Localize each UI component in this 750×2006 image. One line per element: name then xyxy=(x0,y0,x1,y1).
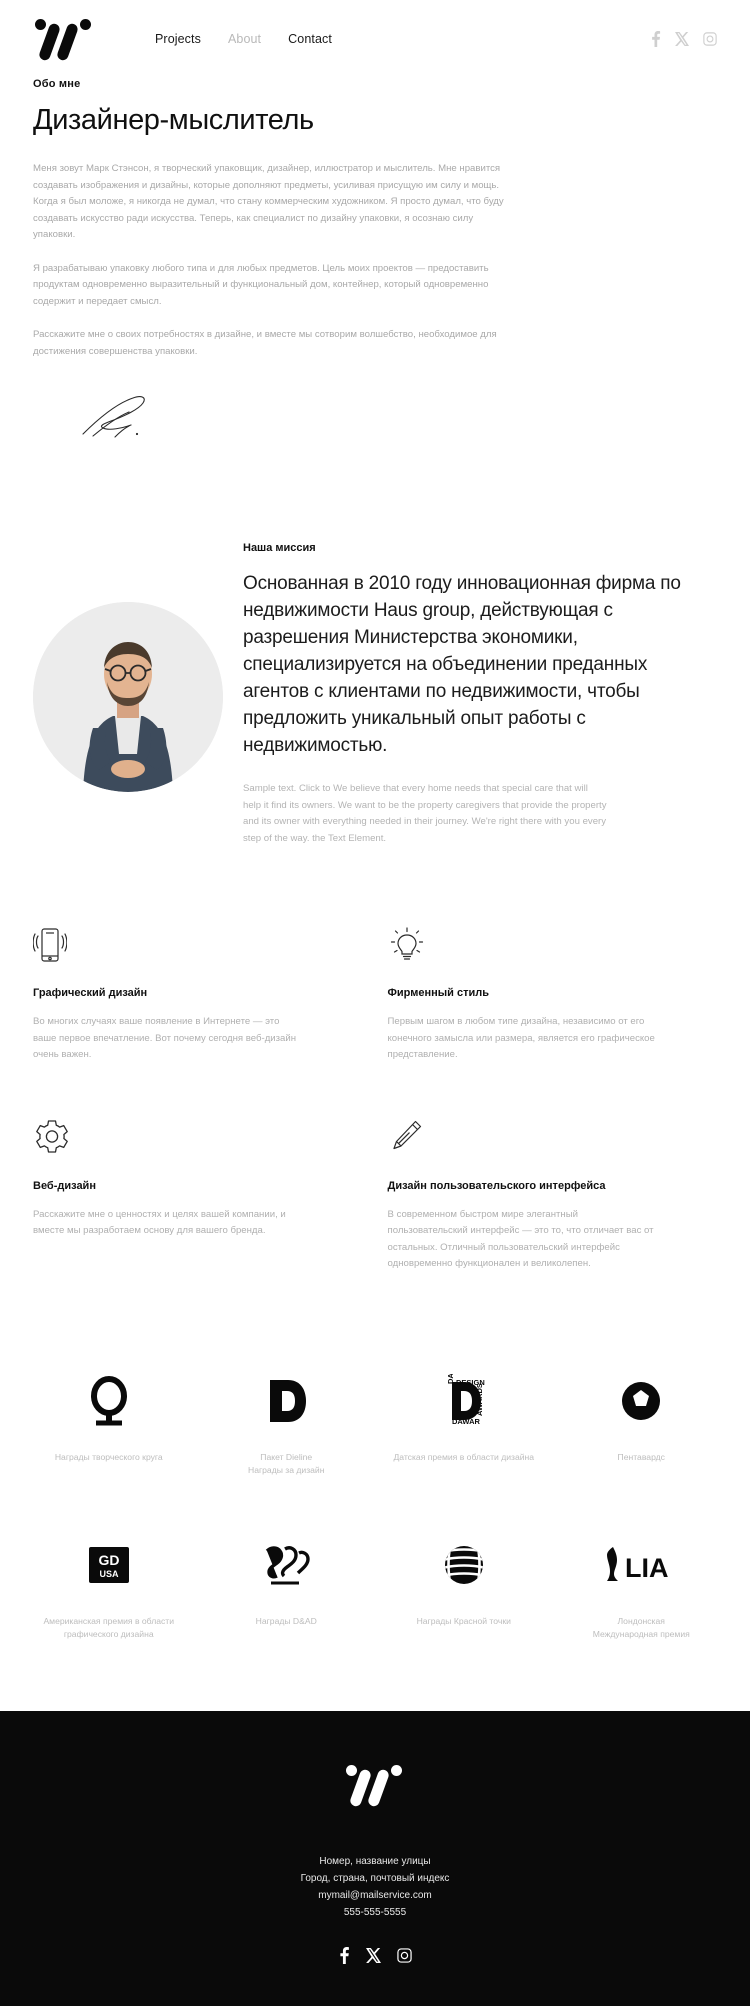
nav-item-contact[interactable]: Contact xyxy=(288,32,332,46)
gear-icon xyxy=(33,1118,363,1158)
red-dot-logo xyxy=(375,1533,553,1597)
award-item: Награды творческого круга xyxy=(20,1369,198,1477)
award-item: Пентавардс xyxy=(553,1369,731,1477)
service-item: Дизайн пользовательского интерфейса В со… xyxy=(388,1118,718,1273)
danish-design-awards-logo: DANISH DESIGN DAWAR AWARDS xyxy=(375,1369,553,1433)
footer-address-city: Город, страна, почтовый индекс xyxy=(300,1872,450,1884)
site-header: Projects About Contact xyxy=(0,0,750,78)
service-text: Во многих случаях ваше появление в Интер… xyxy=(33,1016,297,1060)
footer-social-links xyxy=(0,1946,750,1964)
award-item: DANISH DESIGN DAWAR AWARDS Датская преми… xyxy=(375,1369,553,1477)
lightbulb-icon xyxy=(388,925,718,965)
svg-text:GD: GD xyxy=(98,1552,119,1568)
facebook-icon[interactable] xyxy=(338,1946,350,1964)
creative-circle-logo xyxy=(20,1369,198,1433)
service-text: Первым шагом в любом типе дизайна, незав… xyxy=(387,1016,655,1060)
services-section: Графический дизайн Во многих случаях ваш… xyxy=(0,847,750,1273)
site-footer: Номер, название улицы Город, страна, поч… xyxy=(0,1710,750,2006)
service-item: Графический дизайн Во многих случаях ваш… xyxy=(33,925,363,1064)
service-item: Веб-дизайн Расскажите мне о ценностях и … xyxy=(33,1118,363,1273)
service-text: В современном быстром мире элегантный по… xyxy=(387,1208,654,1270)
svg-text:USA: USA xyxy=(99,1569,119,1579)
award-item: Награды Красной точки xyxy=(375,1533,553,1641)
studio-logo-footer[interactable] xyxy=(344,1763,406,1809)
award-item: Награды D&AD xyxy=(198,1533,376,1641)
footer-phone[interactable]: 555-555-5555 xyxy=(0,1904,750,1921)
about-eyebrow: Обо мне xyxy=(33,78,81,90)
about-paragraph-2: Я разрабатываю упаковку любого типа и дл… xyxy=(33,262,489,307)
portrait-container xyxy=(33,542,223,792)
vibrating-phone-icon xyxy=(33,925,363,965)
award-label: Награды творческого круга xyxy=(54,1451,163,1462)
service-title: Графический дизайн xyxy=(33,987,148,999)
x-twitter-icon[interactable] xyxy=(675,32,689,46)
instagram-icon[interactable] xyxy=(703,32,717,46)
awards-section: Награды творческого круга Пакет Dieline … xyxy=(0,1273,750,1641)
lia-logo: LIA xyxy=(553,1533,731,1597)
svg-text:AWARDS: AWARDS xyxy=(475,1383,484,1416)
svg-text:DANISH: DANISH xyxy=(446,1374,455,1384)
pentawards-logo xyxy=(553,1369,731,1433)
mission-section: Наша миссия Основанная в 2010 году иннов… xyxy=(0,450,750,847)
award-label: Датская премия в области дизайна xyxy=(393,1451,535,1462)
facebook-icon[interactable] xyxy=(650,31,661,47)
signature-mark xyxy=(63,390,717,450)
svg-text:DAWAR: DAWAR xyxy=(452,1417,481,1426)
mission-heading: Основанная в 2010 году инновационная фир… xyxy=(243,573,681,756)
award-label: Лондонская Международная премия xyxy=(592,1615,690,1639)
award-item: GD USA Американская премия в области гра… xyxy=(20,1533,198,1641)
award-label: Награды Красной точки xyxy=(416,1615,511,1626)
pencil-icon xyxy=(388,1118,718,1158)
service-text: Расскажите мне о ценностях и целях вашей… xyxy=(33,1208,286,1237)
footer-logo-dot-left xyxy=(346,1764,357,1776)
footer-address-street: Номер, название улицы xyxy=(319,1855,431,1867)
logo-dot-right xyxy=(80,19,91,30)
footer-email[interactable]: mymail@mailservice.com xyxy=(0,1887,750,1904)
nav-item-about[interactable]: About xyxy=(228,32,261,46)
service-title: Дизайн пользовательского интерфейса xyxy=(387,1179,606,1192)
svg-text:LIA: LIA xyxy=(625,1553,669,1583)
service-item: Фирменный стиль Первым шагом в любом тип… xyxy=(388,925,718,1064)
service-title: Фирменный стиль xyxy=(387,987,490,999)
award-label: Американская премия в области графическо… xyxy=(43,1615,175,1639)
page-title: Дизайнер-мыслитель xyxy=(33,104,314,136)
about-paragraph-1: Меня зовут Марк Стэнсон, я творческий уп… xyxy=(33,163,504,240)
studio-logo[interactable] xyxy=(33,17,95,62)
award-label: Пакет Dieline Награды за дизайн xyxy=(248,1451,325,1475)
dand-ad-logo xyxy=(198,1533,376,1597)
mission-text-block: Наша миссия Основанная в 2010 году иннов… xyxy=(223,542,717,847)
award-item: Пакет Dieline Награды за дизайн xyxy=(198,1369,376,1477)
award-item: LIA Лондонская Международная премия xyxy=(553,1533,731,1641)
award-label: Награды D&AD xyxy=(255,1615,317,1626)
award-label: Пентавардс xyxy=(617,1451,665,1462)
footer-logo-dot-right xyxy=(391,1764,402,1776)
mission-eyebrow: Наша миссия xyxy=(243,542,316,554)
dieline-d-logo xyxy=(198,1369,376,1433)
portrait-photo xyxy=(33,602,223,792)
logo-dot-left xyxy=(35,19,46,30)
about-paragraph-3: Расскажите мне о своих потребностях в ди… xyxy=(33,329,497,357)
instagram-icon[interactable] xyxy=(397,1947,412,1963)
gd-usa-logo: GD USA xyxy=(20,1533,198,1597)
header-social-links xyxy=(650,31,717,47)
service-title: Веб-дизайн xyxy=(33,1179,96,1192)
page-root: Projects About Contact Обо мне Дизайнер-… xyxy=(0,0,750,2006)
about-section: Обо мне Дизайнер-мыслитель Меня зовут Ма… xyxy=(0,78,750,450)
nav-item-projects[interactable]: Projects xyxy=(155,32,201,46)
x-twitter-icon[interactable] xyxy=(366,1947,381,1963)
main-nav: Projects About Contact xyxy=(155,32,332,46)
mission-subtext: Sample text. Click to We believe that ev… xyxy=(243,783,607,844)
